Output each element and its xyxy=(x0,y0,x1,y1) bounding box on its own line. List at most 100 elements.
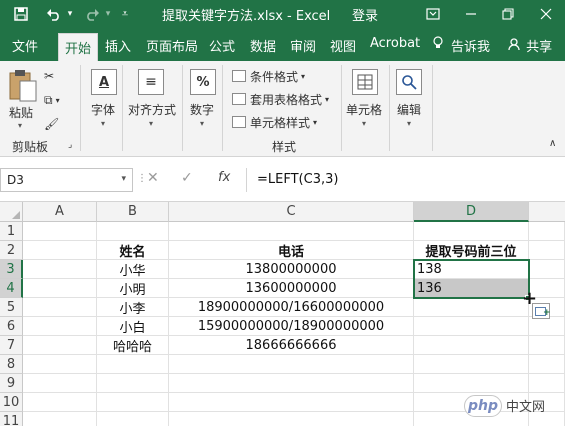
conditional-format-button[interactable]: 条件格式 ▾ xyxy=(232,67,305,85)
format-painter-icon[interactable]: 🖌 xyxy=(44,115,59,133)
cell-c4[interactable]: 13600000000 xyxy=(169,279,414,298)
customize-toolbar-icon[interactable]: ⩡ xyxy=(118,4,132,24)
cell-a11[interactable] xyxy=(23,412,97,426)
font-label[interactable]: 字体 xyxy=(91,101,115,118)
restore-icon[interactable] xyxy=(497,4,519,24)
cell-a3[interactable] xyxy=(23,260,97,279)
tab-review[interactable]: 审阅 xyxy=(290,36,316,55)
tab-data[interactable]: 数据 xyxy=(250,36,276,55)
edit-label[interactable]: 编辑 xyxy=(397,101,421,118)
dialog-launcher-icon[interactable]: ⌟ xyxy=(68,140,72,150)
cell-e8[interactable] xyxy=(529,355,565,374)
insert-function-icon[interactable]: fx xyxy=(218,170,230,185)
formula-input[interactable]: =LEFT(C3,3) xyxy=(246,168,565,192)
cell-a2[interactable] xyxy=(23,241,97,260)
cut-icon[interactable]: ✂ xyxy=(44,67,54,85)
row-header-7[interactable]: 7 xyxy=(0,336,23,355)
row-header-1[interactable]: 1 xyxy=(0,222,23,241)
cell-c6[interactable]: 15900000000/18900000000 xyxy=(169,317,414,336)
cell-a5[interactable] xyxy=(23,298,97,317)
cell-d8[interactable] xyxy=(414,355,529,374)
cell-c1[interactable] xyxy=(169,222,414,241)
minimize-icon[interactable] xyxy=(460,4,482,24)
cell-e2[interactable] xyxy=(529,241,565,260)
row-header-2[interactable]: 2 xyxy=(0,241,23,260)
cell-b11[interactable] xyxy=(97,412,169,426)
cell-c10[interactable] xyxy=(169,393,414,412)
row-header-8[interactable]: 8 xyxy=(0,355,23,374)
row-header-6[interactable]: 6 xyxy=(0,317,23,336)
tab-page-layout[interactable]: 页面布局 xyxy=(146,36,198,55)
row-header-11[interactable]: 11 xyxy=(0,412,23,426)
name-box-dropdown-icon[interactable]: ▾ xyxy=(121,174,126,184)
cells-dropdown-icon[interactable]: ▾ xyxy=(362,119,366,128)
column-header-d[interactable]: D xyxy=(414,202,529,222)
redo-dropdown-icon[interactable]: ▾ xyxy=(102,4,114,24)
close-icon[interactable] xyxy=(535,4,557,24)
undo-icon[interactable] xyxy=(44,4,64,24)
cell-c5[interactable]: 18900000000/16600000000 xyxy=(169,298,414,317)
alignment-dropdown-icon[interactable]: ▾ xyxy=(149,119,153,128)
alignment-icon[interactable]: ≡ xyxy=(138,69,164,95)
cell-a9[interactable] xyxy=(23,374,97,393)
cell-a7[interactable] xyxy=(23,336,97,355)
cell-b1[interactable] xyxy=(97,222,169,241)
cell-b9[interactable] xyxy=(97,374,169,393)
paste-icon[interactable] xyxy=(8,69,38,103)
copy-icon[interactable]: ⧉ ▾ xyxy=(44,91,60,109)
cell-b5[interactable]: 小李 xyxy=(97,298,169,317)
cell-d4[interactable]: 136 xyxy=(414,279,529,298)
cell-d5[interactable] xyxy=(414,298,529,317)
cell-b2[interactable]: 姓名 xyxy=(97,241,169,260)
paste-dropdown-icon[interactable]: ▾ xyxy=(18,121,22,130)
cell-d2[interactable]: 提取号码前三位 xyxy=(414,241,529,260)
tab-home[interactable]: 开始 xyxy=(58,33,99,61)
cell-d3[interactable]: 138 xyxy=(414,260,529,279)
cell-b6[interactable]: 小白 xyxy=(97,317,169,336)
cancel-icon[interactable]: ✕ xyxy=(147,170,159,186)
cell-d6[interactable] xyxy=(414,317,529,336)
cells-label[interactable]: 单元格 xyxy=(346,101,382,118)
number-label[interactable]: 数字 xyxy=(190,101,214,118)
cell-b4[interactable]: 小明 xyxy=(97,279,169,298)
tab-file[interactable]: 文件 xyxy=(12,36,38,55)
quick-analysis-icon[interactable] xyxy=(532,303,551,319)
cell-a8[interactable] xyxy=(23,355,97,374)
tab-view[interactable]: 视图 xyxy=(330,36,356,55)
tell-me-icon[interactable] xyxy=(433,36,443,54)
font-icon[interactable]: A xyxy=(91,69,117,95)
cell-e6[interactable] xyxy=(529,317,565,336)
cell-d7[interactable] xyxy=(414,336,529,355)
tab-formulas[interactable]: 公式 xyxy=(209,36,235,55)
row-header-4[interactable]: 4 xyxy=(0,279,23,298)
cell-b7[interactable]: 哈哈哈 xyxy=(97,336,169,355)
enter-icon[interactable]: ✓ xyxy=(181,170,193,186)
save-icon[interactable] xyxy=(12,4,30,24)
cell-c3[interactable]: 13800000000 xyxy=(169,260,414,279)
column-header-b[interactable]: B xyxy=(97,202,169,222)
cell-e3[interactable] xyxy=(529,260,565,279)
edit-dropdown-icon[interactable]: ▾ xyxy=(407,119,411,128)
cell-d1[interactable] xyxy=(414,222,529,241)
column-header-a[interactable]: A xyxy=(23,202,97,222)
cell-b8[interactable] xyxy=(97,355,169,374)
cell-c9[interactable] xyxy=(169,374,414,393)
ribbon-display-options-icon[interactable] xyxy=(422,4,444,24)
table-format-button[interactable]: 套用表格格式 ▾ xyxy=(232,90,329,108)
cell-b10[interactable] xyxy=(97,393,169,412)
cell-a1[interactable] xyxy=(23,222,97,241)
cell-style-button[interactable]: 单元格样式 ▾ xyxy=(232,113,317,131)
cell-b3[interactable]: 小华 xyxy=(97,260,169,279)
login-link[interactable]: 登录 xyxy=(352,5,378,24)
percent-icon[interactable]: % xyxy=(190,69,216,95)
column-header-c[interactable]: C xyxy=(169,202,414,222)
cell-c8[interactable] xyxy=(169,355,414,374)
tab-insert[interactable]: 插入 xyxy=(105,36,131,55)
alignment-label[interactable]: 对齐方式 xyxy=(128,101,176,118)
cell-a10[interactable] xyxy=(23,393,97,412)
cell-e7[interactable] xyxy=(529,336,565,355)
column-header-e[interactable] xyxy=(529,202,565,222)
row-header-3[interactable]: 3 xyxy=(0,260,23,279)
cells-icon[interactable] xyxy=(352,69,378,95)
number-dropdown-icon[interactable]: ▾ xyxy=(200,119,204,128)
